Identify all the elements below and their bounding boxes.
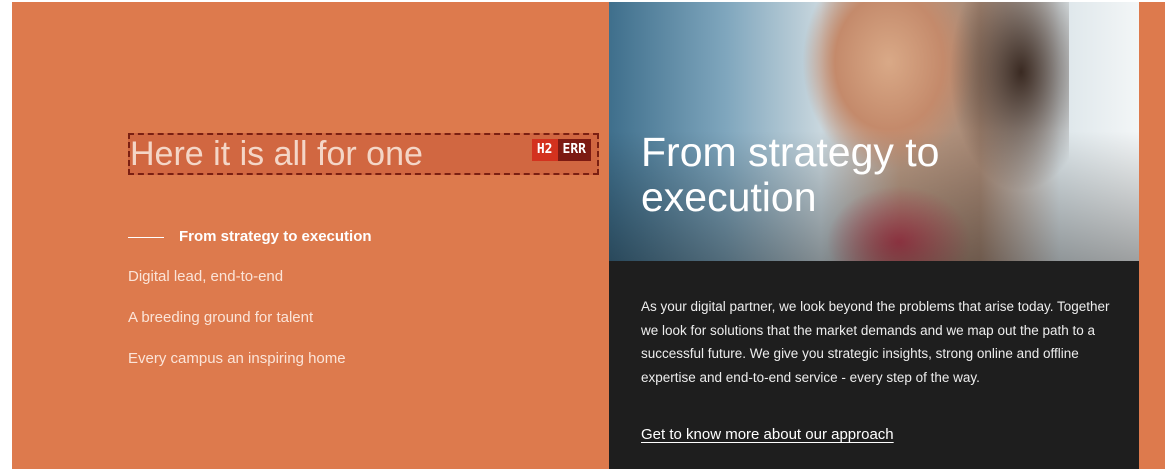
right-panel: From strategy to execution As your digit… [609,2,1139,469]
nav-item-digital-lead[interactable]: Digital lead, end-to-end [128,266,372,288]
heading-error-outline: Here it is all for one H2 ERR [128,133,599,175]
hero-title: From strategy to execution [641,129,940,220]
nav-item-campus[interactable]: Every campus an inspiring home [128,348,372,370]
error-badge[interactable]: ERR [557,139,591,161]
active-indicator-line [128,237,164,238]
nav-item-talent[interactable]: A breeding ground for talent [128,307,372,329]
section-heading: Here it is all for one [130,135,423,173]
feature-nav: From strategy to execution Digital lead,… [128,224,372,370]
hero-image: From strategy to execution [609,2,1139,261]
approach-link[interactable]: Get to know more about our approach [641,426,894,443]
description-panel: As your digital partner, we look beyond … [609,261,1139,469]
description-text: As your digital partner, we look beyond … [641,299,1110,385]
nav-item-strategy[interactable]: From strategy to execution [128,224,372,250]
heading-badges: H2 ERR [531,139,591,161]
nav-item-label: From strategy to execution [179,228,372,245]
right-edge-strip [1139,2,1165,469]
left-panel: Here it is all for one H2 ERR From strat… [12,2,609,469]
page: Here it is all for one H2 ERR From strat… [12,2,1165,469]
h2-badge[interactable]: H2 [531,139,558,161]
